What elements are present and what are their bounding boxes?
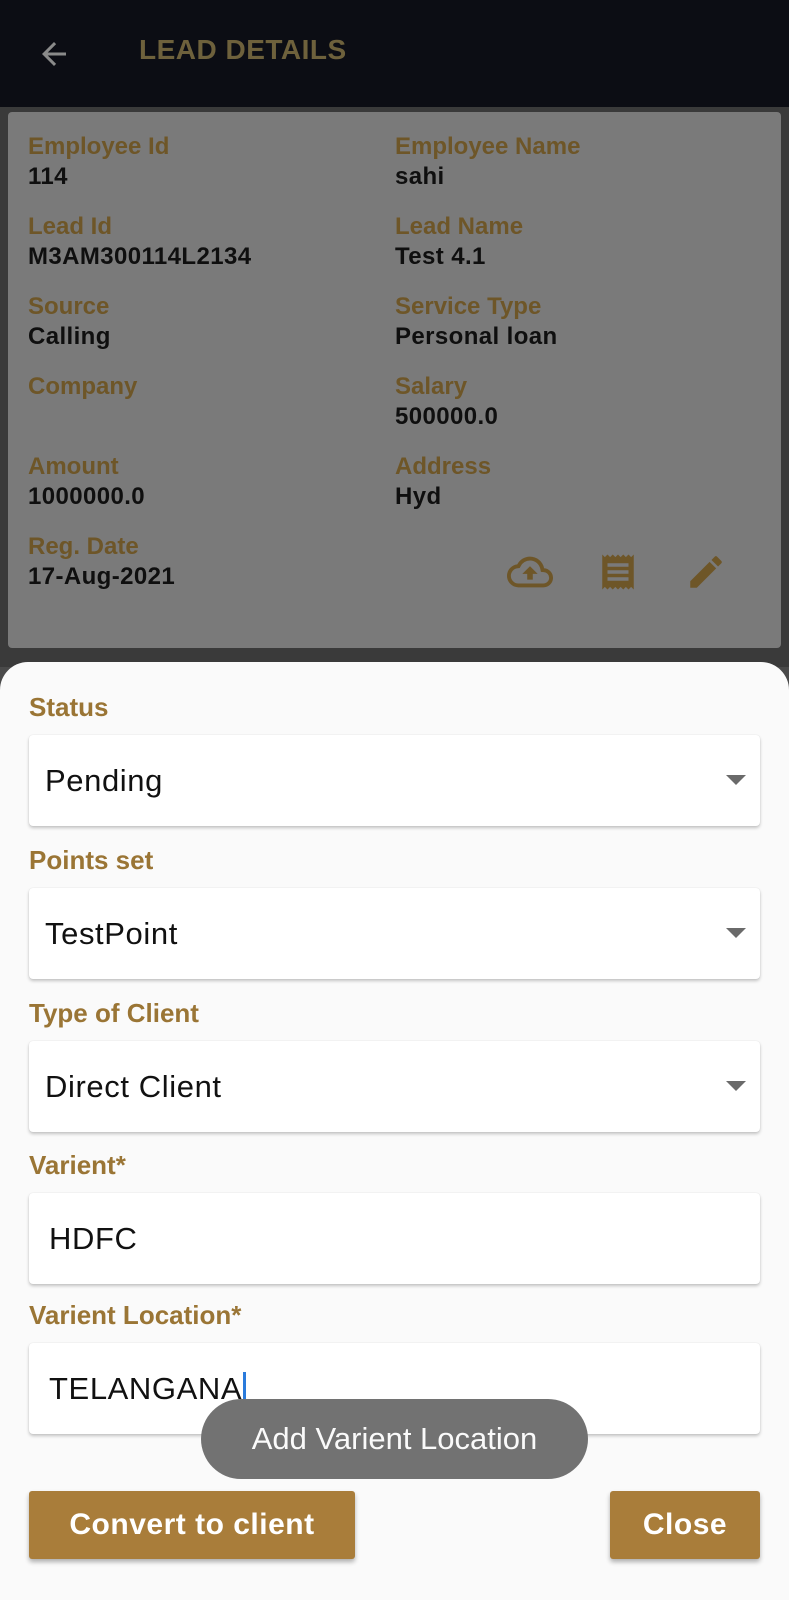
varient-label: Varient* xyxy=(29,1150,126,1180)
varient-value: HDFC xyxy=(49,1221,138,1256)
arrow-left-icon xyxy=(42,42,66,66)
lead-name-field: Lead Name Test 4.1 xyxy=(395,212,735,272)
dropdown-arrow-icon xyxy=(726,928,746,938)
lead-id-field: Lead Id M3AM300114L2134 xyxy=(28,212,368,272)
dropdown-arrow-icon xyxy=(726,775,746,785)
employee-id-value: 114 xyxy=(28,163,68,190)
points-set-dropdown[interactable]: TestPoint xyxy=(29,888,760,979)
service-type-field: Service Type Personal loan xyxy=(395,292,735,352)
employee-id-label: Employee Id xyxy=(28,133,170,160)
app-bar: LEAD DETAILS xyxy=(0,0,789,107)
company-field: Company xyxy=(28,372,368,402)
client-type-dropdown[interactable]: Direct Client xyxy=(29,1041,760,1132)
source-value: Calling xyxy=(28,323,111,350)
lead-name-value: Test 4.1 xyxy=(395,243,486,270)
status-label: Status xyxy=(29,692,109,722)
client-type-label: Type of Client xyxy=(29,998,199,1028)
lead-details-card: Employee Id 114 Employee Name sahi Lead … xyxy=(8,112,781,648)
lead-id-value: M3AM300114L2134 xyxy=(28,243,252,270)
source-field: Source Calling xyxy=(28,292,368,352)
page-title: LEAD DETAILS xyxy=(139,34,347,65)
convert-to-client-button[interactable]: Convert to client xyxy=(29,1491,355,1559)
points-set-value: TestPoint xyxy=(45,916,178,951)
lead-id-label: Lead Id xyxy=(28,213,113,240)
reg-date-value: 17-Aug-2021 xyxy=(28,563,176,590)
service-type-label: Service Type xyxy=(395,293,542,320)
address-value: Hyd xyxy=(395,483,442,510)
dropdown-arrow-icon xyxy=(726,1081,746,1091)
reg-date-field: Reg. Date 17-Aug-2021 xyxy=(28,532,368,592)
salary-label: Salary xyxy=(395,373,468,400)
toast-message: Add Varient Location xyxy=(201,1399,588,1479)
status-value: Pending xyxy=(45,763,163,798)
amount-value: 1000000.0 xyxy=(28,483,146,510)
address-label: Address xyxy=(395,453,492,480)
amount-field: Amount 1000000.0 xyxy=(28,452,368,512)
close-button[interactable]: Close xyxy=(610,1491,760,1559)
source-label: Source xyxy=(28,293,110,320)
varient-location-label: Varient Location* xyxy=(29,1300,242,1330)
varient-location-value: TELANGANA xyxy=(49,1371,243,1406)
points-set-label: Points set xyxy=(29,845,154,875)
employee-id-field: Employee Id 114 xyxy=(28,132,368,192)
service-type-value: Personal loan xyxy=(395,323,558,350)
employee-name-value: sahi xyxy=(395,163,445,190)
cloud-upload-icon[interactable] xyxy=(506,548,554,596)
lead-name-label: Lead Name xyxy=(395,213,524,240)
salary-value: 500000.0 xyxy=(395,403,499,430)
varient-input[interactable]: HDFC xyxy=(29,1193,760,1284)
back-button[interactable] xyxy=(34,34,74,74)
employee-name-field: Employee Name sahi xyxy=(395,132,735,192)
company-label: Company xyxy=(28,373,138,400)
address-field: Address Hyd xyxy=(395,452,735,512)
reg-date-label: Reg. Date xyxy=(28,533,139,560)
client-type-value: Direct Client xyxy=(45,1069,222,1104)
employee-name-label: Employee Name xyxy=(395,133,581,160)
receipt-icon[interactable] xyxy=(594,548,642,596)
varient-location-text: TELANGANA xyxy=(49,1371,247,1407)
edit-pencil-icon[interactable] xyxy=(682,548,730,596)
status-dropdown[interactable]: Pending xyxy=(29,735,760,826)
amount-label: Amount xyxy=(28,453,119,480)
salary-field: Salary 500000.0 xyxy=(395,372,735,432)
